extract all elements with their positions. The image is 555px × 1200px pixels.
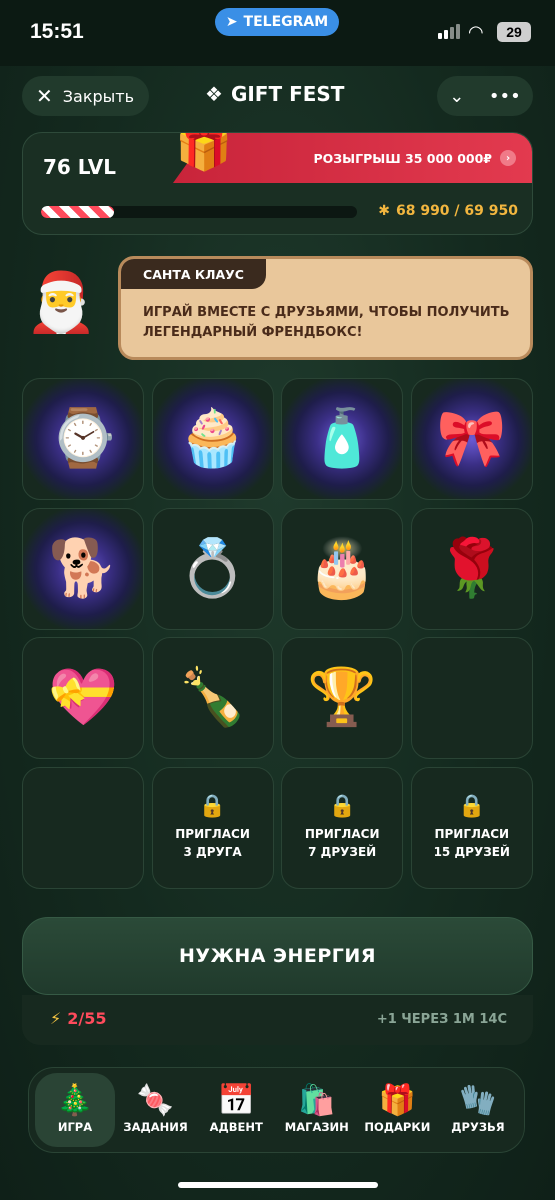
gift-cell[interactable]: 💍: [151, 507, 274, 630]
xp-label: 68 990 / 69 950: [395, 203, 518, 219]
need-energy-button[interactable]: НУЖНА ЭНЕРГИЯ: [22, 917, 533, 995]
level-progress: [41, 206, 357, 218]
close-icon: ✕: [36, 84, 53, 108]
invite-label: ПРИГЛАСИ 15 ДРУЗЕЙ: [434, 825, 510, 861]
chevron-down-icon[interactable]: ⌄: [449, 86, 464, 107]
arrow-right-icon: ›: [500, 150, 516, 166]
cake-item-icon: 🎂: [307, 535, 378, 601]
telegram-label: TELEGRAM: [243, 14, 329, 30]
energy-timer: +1 ЧЕРЕЗ 1М 14С: [376, 1012, 507, 1027]
telegram-pill[interactable]: ➤ TELEGRAM: [215, 8, 339, 36]
gingerbread-icon: ✱: [378, 203, 390, 219]
nav-game-icon: 🎄: [56, 1083, 94, 1118]
nav-friends[interactable]: 🧤 ДРУЗЬЯ: [438, 1073, 518, 1147]
clock: 15:51: [30, 20, 84, 43]
gift-cell[interactable]: [22, 766, 144, 889]
ring-item-icon: 💍: [177, 535, 248, 601]
gift-cell[interactable]: 🌹: [410, 507, 533, 630]
energy-counter: ⚡ 2/55: [50, 1009, 106, 1028]
gift-cell[interactable]: 💝: [22, 637, 144, 760]
nav-label: МАГАЗИН: [284, 1120, 349, 1134]
trophy-item-icon: 🏆: [307, 665, 378, 731]
nav-label: АДВЕНТ: [209, 1120, 263, 1134]
window-menu[interactable]: ⌄ •••: [437, 76, 533, 116]
signal-icon: [438, 24, 460, 39]
gift-grid: ⌚ 🧁 🧴 🎀 🐕 💍 🎂 🌹 💝 🍾 🏆 🔒 ПРИГЛАСИ 3 ДРУГА 🔒 ПРИГЛАСИ 7 ДР…: [22, 378, 533, 889]
nav-game[interactable]: 🎄 ИГРА: [35, 1073, 115, 1147]
invite-locked-cell[interactable]: 🔒 ПРИГЛАСИ 7 ДРУЗЕЙ: [281, 766, 404, 889]
level-label: 76 LVL: [43, 155, 117, 179]
invite-line1: ПРИГЛАСИ: [175, 827, 250, 842]
nav-gifts[interactable]: 🎁 ПОДАРКИ: [357, 1073, 437, 1147]
nav-shop-icon: 🛍️: [298, 1083, 336, 1118]
nav-advent-icon: 📅: [217, 1083, 255, 1118]
invite-label: ПРИГЛАСИ 3 ДРУГА: [175, 825, 250, 861]
brand-label: GIFT FEST: [230, 82, 345, 106]
cocoa-cup-item-icon: 🧁: [177, 406, 248, 471]
gift-cell[interactable]: 🧁: [151, 378, 274, 500]
nav-advent[interactable]: 📅 АДВЕНТ: [196, 1073, 276, 1147]
xp-counter: ✱ 68 990 / 69 950: [378, 203, 518, 219]
nav-tasks-icon: 🍬: [136, 1083, 175, 1118]
perfume-item-icon: 🧴: [307, 406, 378, 471]
nav-gifts-icon: 🎁: [378, 1083, 417, 1118]
energy-value: 2/55: [67, 1009, 107, 1028]
level-card: 76 LVL РОЗЫГРЫШ 35 000 000₽ › 🎁 ✱ 68 990…: [22, 132, 533, 235]
close-label: Закрыть: [62, 86, 135, 106]
lightning-icon: ⚡: [50, 1009, 62, 1028]
invite-locked-cell[interactable]: 🔒 ПРИГЛАСИ 15 ДРУЗЕЙ: [410, 766, 533, 889]
bottom-nav: 🎄 ИГРА 🍬 ЗАДАНИЯ 📅 АДВЕНТ 🛍️ МАГАЗИН 🎁 ПОДАРКИ 🧤 ДР…: [28, 1067, 525, 1153]
wifi-icon: ◠: [468, 22, 484, 43]
gift-cell[interactable]: 🍾: [151, 637, 274, 760]
gift-box-icon: 🎁: [175, 132, 233, 173]
watch-item-icon: ⌚: [48, 406, 118, 471]
lock-icon: 🔒: [328, 794, 356, 820]
invite-locked-cell[interactable]: 🔒 ПРИГЛАСИ 3 ДРУГА: [151, 766, 274, 889]
gift-cell[interactable]: 🐕: [22, 507, 144, 630]
gift-cell[interactable]: ⌚: [22, 378, 144, 500]
gift-cell[interactable]: 🏆: [281, 637, 404, 760]
gift-logo-icon: ❖: [205, 82, 223, 106]
santa-speech-bubble: САНТА КЛАУС ИГРАЙ ВМЕСТЕ С ДРУЗЬЯМИ, ЧТО…: [118, 256, 533, 360]
status-bar: 15:51 ➤ TELEGRAM ◠ 29: [0, 0, 555, 66]
telegram-icon: ➤: [225, 14, 238, 30]
invite-line1: ПРИГЛАСИ: [304, 827, 380, 842]
close-button[interactable]: ✕ Закрыть: [22, 76, 149, 116]
rose-item-icon: 🌹: [436, 535, 507, 601]
santa-avatar-icon: 🎅: [25, 268, 98, 336]
nav-label: ЗАДАНИЯ: [123, 1120, 188, 1134]
nav-label: ПОДАРКИ: [364, 1120, 431, 1134]
nav-label: ИГРА: [57, 1120, 93, 1134]
santa-title: САНТА КЛАУС: [121, 259, 266, 289]
gift-cell[interactable]: 🧴: [281, 378, 404, 500]
champagne-item-icon: 🍾: [177, 665, 248, 731]
dog-item-icon: 🐕: [48, 535, 118, 601]
gift-cell[interactable]: 🎂: [281, 507, 404, 630]
santa-message: ИГРАЙ ВМЕСТЕ С ДРУЗЬЯМИ, ЧТОБЫ ПОЛУЧИТЬ …: [143, 305, 510, 340]
invite-label: ПРИГЛАСИ 7 ДРУЗЕЙ: [305, 825, 380, 861]
invite-line2: 15 ДРУЗЕЙ: [433, 845, 510, 860]
level-progress-fill: [41, 206, 114, 218]
invite-line2: 7 ДРУЗЕЙ: [308, 845, 377, 860]
heart-item-icon: 💝: [48, 665, 118, 731]
gift-cell[interactable]: 🎀: [410, 378, 533, 500]
raffle-label: РОЗЫГРЫШ 35 000 000₽: [313, 150, 492, 166]
nav-tasks[interactable]: 🍬 ЗАДАНИЯ: [116, 1073, 196, 1147]
invite-line2: 3 ДРУГА: [183, 845, 242, 860]
invite-line1: ПРИГЛАСИ: [434, 827, 510, 842]
amulet-item-icon: 🎀: [436, 406, 507, 471]
nav-friends-icon: 🧤: [459, 1083, 497, 1118]
more-icon[interactable]: •••: [489, 86, 521, 107]
lock-icon: 🔒: [198, 794, 227, 820]
gift-cell[interactable]: [410, 637, 533, 760]
home-indicator: [178, 1182, 378, 1188]
brand-title: ❖ GIFT FEST: [205, 82, 344, 106]
nav-shop[interactable]: 🛍️ МАГАЗИН: [277, 1073, 357, 1147]
nav-label: ДРУЗЬЯ: [451, 1120, 505, 1134]
battery-indicator: 29: [497, 22, 531, 42]
lock-icon: 🔒: [458, 794, 486, 820]
energy-bar: ⚡ 2/55 +1 ЧЕРЕЗ 1М 14С: [22, 995, 533, 1045]
